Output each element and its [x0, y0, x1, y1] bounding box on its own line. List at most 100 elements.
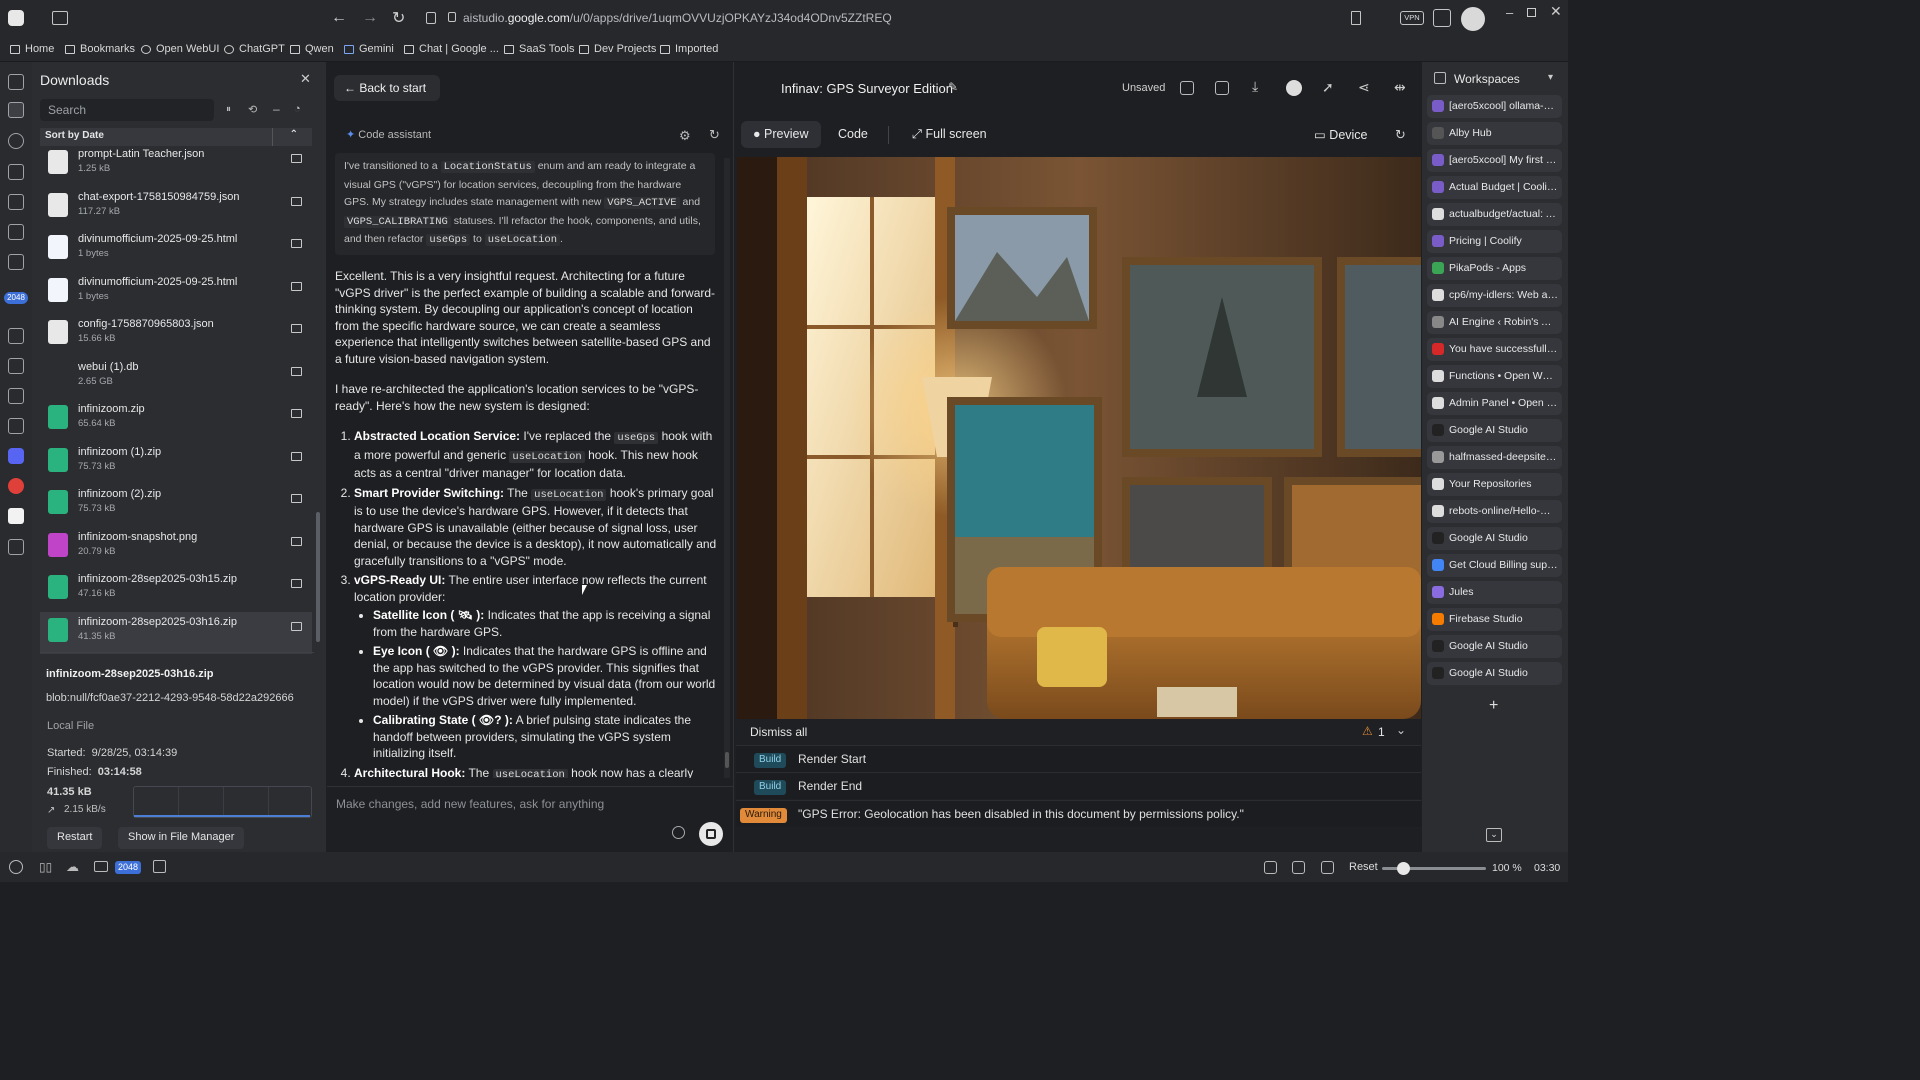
- dismiss-all-button[interactable]: Dismiss all: [750, 725, 807, 739]
- tab-preview[interactable]: ● Preview: [741, 121, 821, 148]
- share-icon[interactable]: ⋖: [1358, 79, 1370, 96]
- chat-scrollbar-thumb[interactable]: [725, 752, 729, 768]
- wikipedia-panel-icon[interactable]: [8, 508, 24, 524]
- maximize-icon[interactable]: [1527, 8, 1536, 17]
- collapse-icon[interactable]: ⇹: [1394, 79, 1406, 96]
- show-in-file-manager-button[interactable]: Show in File Manager: [118, 827, 245, 849]
- open-folder-icon[interactable]: [291, 621, 302, 631]
- download-icon[interactable]: ⤓: [1252, 78, 1258, 95]
- open-folder-icon[interactable]: [291, 239, 302, 248]
- chat-scrollbar[interactable]: [724, 158, 730, 778]
- detail-blob-url[interactable]: blob:null/fcf0ae37-2212-4293-9548-58d22a…: [46, 692, 294, 704]
- open-folder-icon[interactable]: [291, 579, 302, 588]
- workspace-tab[interactable]: Functions • Open WebUI: [1427, 365, 1562, 388]
- download-item[interactable]: infinizoom (2).zip 75.73 kB: [40, 484, 312, 526]
- download-item[interactable]: config-1758870965803.json 15.66 kB: [40, 314, 312, 356]
- open-folder-icon[interactable]: [291, 494, 302, 503]
- bookmark-qwen[interactable]: Qwen: [290, 43, 334, 55]
- extensions-icon[interactable]: [1433, 9, 1451, 27]
- bookmarks-panel-icon[interactable]: [8, 74, 24, 90]
- speed-icon[interactable]: ◔: [294, 103, 301, 115]
- pause-all-icon[interactable]: ⏸: [226, 104, 231, 115]
- downloads-search-input[interactable]: Search: [40, 99, 214, 121]
- workspace-tab[interactable]: Your Repositories: [1427, 473, 1562, 496]
- download-item[interactable]: infinizoom-28sep2025-03h15.zip 47.16 kB: [40, 569, 312, 611]
- zoom-slider-thumb[interactable]: [1396, 862, 1410, 875]
- restart-button[interactable]: Restart: [47, 827, 103, 849]
- back-to-start-button[interactable]: ← Back to start: [334, 75, 440, 101]
- download-item[interactable]: divinumofficium-2025-09-25.html 1 bytes: [40, 272, 312, 314]
- save-icon[interactable]: [1180, 81, 1194, 95]
- back-icon[interactable]: ←: [331, 9, 347, 27]
- open-folder-icon[interactable]: [291, 409, 302, 418]
- vivaldi-logo-icon[interactable]: [8, 10, 24, 26]
- url-text[interactable]: aistudio.google.com/u/0/apps/drive/1uqmO…: [463, 11, 892, 25]
- mastodon-panel-icon[interactable]: [8, 448, 24, 464]
- clear-history-icon[interactable]: ⟲: [248, 103, 257, 116]
- zoom-reset-button[interactable]: Reset: [1349, 861, 1378, 873]
- counter-badge[interactable]: 2048: [115, 861, 141, 874]
- contacts-panel-icon[interactable]: [8, 328, 24, 344]
- bookmark-home[interactable]: Home: [10, 43, 54, 55]
- panel-toggle-icon[interactable]: ▯▯: [39, 860, 52, 874]
- bookmark-open-webui[interactable]: Open WebUI: [141, 43, 219, 55]
- panel-toggle-icon[interactable]: [52, 11, 68, 25]
- open-folder-icon[interactable]: [291, 536, 302, 546]
- bookmark-saas-tools[interactable]: SaaS Tools: [504, 43, 574, 55]
- download-item[interactable]: infinizoom.zip 65.64 kB: [40, 399, 312, 441]
- workspace-tab[interactable]: Actual Budget | Coolify ...: [1427, 176, 1562, 199]
- sync-icon[interactable]: ☁: [66, 859, 79, 875]
- downloads-panel-icon[interactable]: [8, 102, 24, 118]
- open-folder-icon[interactable]: [291, 324, 302, 333]
- edit-title-icon[interactable]: ✎: [948, 80, 958, 94]
- feed-panel-icon[interactable]: [8, 418, 24, 434]
- bookmark-imported[interactable]: Imported: [660, 43, 718, 55]
- tiling-icon[interactable]: [1292, 861, 1305, 874]
- tab-full-screen[interactable]: ⤢ Full screen: [900, 121, 999, 148]
- download-item[interactable]: divinumofficium-2025-09-25.html 1 bytes: [40, 229, 312, 271]
- notes-panel-icon[interactable]: [8, 164, 24, 180]
- workspace-tab[interactable]: Firebase Studio: [1427, 608, 1562, 631]
- shield-icon[interactable]: [426, 12, 436, 24]
- bookmark-chatgpt[interactable]: ChatGPT: [224, 43, 285, 55]
- workspace-tab[interactable]: [aero5xcool] ollama-wi...: [1427, 95, 1562, 118]
- download-item[interactable]: infinizoom-28sep2025-03h16.zip 41.35 kB: [40, 611, 312, 654]
- device-button[interactable]: ▭ Device: [1302, 121, 1380, 148]
- workspace-tab[interactable]: halfmassed-deepsitev2...: [1427, 446, 1562, 469]
- workspace-tab[interactable]: Google AI Studio: [1427, 662, 1562, 685]
- workspace-tab[interactable]: Alby Hub: [1427, 122, 1562, 145]
- tasks-panel-icon[interactable]: [8, 388, 24, 404]
- caret-down-icon[interactable]: ▾: [1548, 72, 1553, 83]
- add-attachment-icon[interactable]: [672, 826, 685, 839]
- workspace-tab[interactable]: Get Cloud Billing supp...: [1427, 554, 1562, 577]
- reload-icon[interactable]: ↻: [392, 8, 405, 28]
- download-item[interactable]: infinizoom (1).zip 75.73 kB: [40, 442, 312, 484]
- screenshot-icon[interactable]: [1264, 861, 1277, 874]
- workspace-tab[interactable]: Google AI Studio: [1427, 527, 1562, 550]
- calendar-icon[interactable]: [153, 860, 166, 873]
- workspace-tab[interactable]: You have successfully s...: [1427, 338, 1562, 361]
- chevron-down-icon[interactable]: ⌄: [1396, 723, 1406, 737]
- remove-icon[interactable]: –: [273, 102, 280, 116]
- translate-panel-icon[interactable]: [8, 194, 24, 210]
- workspace-tab[interactable]: Admin Panel • Open W...: [1427, 392, 1562, 415]
- workspace-tab[interactable]: [aero5xcool] My first p...: [1427, 149, 1562, 172]
- open-folder-icon[interactable]: [291, 451, 302, 461]
- bookmark-dev-projects[interactable]: Dev Projects: [579, 43, 656, 55]
- settings-icon[interactable]: [9, 860, 23, 874]
- chevron-down-icon[interactable]: ⌄: [1486, 828, 1502, 842]
- close-panel-icon[interactable]: ✕: [300, 71, 311, 87]
- prompt-input[interactable]: Make changes, add new features, ask for …: [336, 797, 604, 811]
- download-item[interactable]: infinizoom-snapshot.png 20.79 kB: [40, 527, 312, 569]
- workspace-tab[interactable]: actualbudget/actual: A ...: [1427, 203, 1562, 226]
- reload-preview-icon[interactable]: ↻: [1395, 127, 1406, 143]
- bookmark-bookmarks[interactable]: Bookmarks: [65, 43, 135, 55]
- calendar-panel-icon[interactable]: [8, 358, 24, 374]
- close-window-icon[interactable]: ✕: [1550, 3, 1562, 20]
- chevron-up-icon[interactable]: ⌃: [290, 129, 298, 140]
- workspace-tab[interactable]: Jules: [1427, 581, 1562, 604]
- workspace-tab[interactable]: Pricing | Coolify: [1427, 230, 1562, 253]
- page-actions-icon[interactable]: [1321, 861, 1334, 874]
- download-item[interactable]: prompt-Latin Teacher.json 1.25 kB: [40, 144, 312, 186]
- avatar[interactable]: [1461, 7, 1485, 31]
